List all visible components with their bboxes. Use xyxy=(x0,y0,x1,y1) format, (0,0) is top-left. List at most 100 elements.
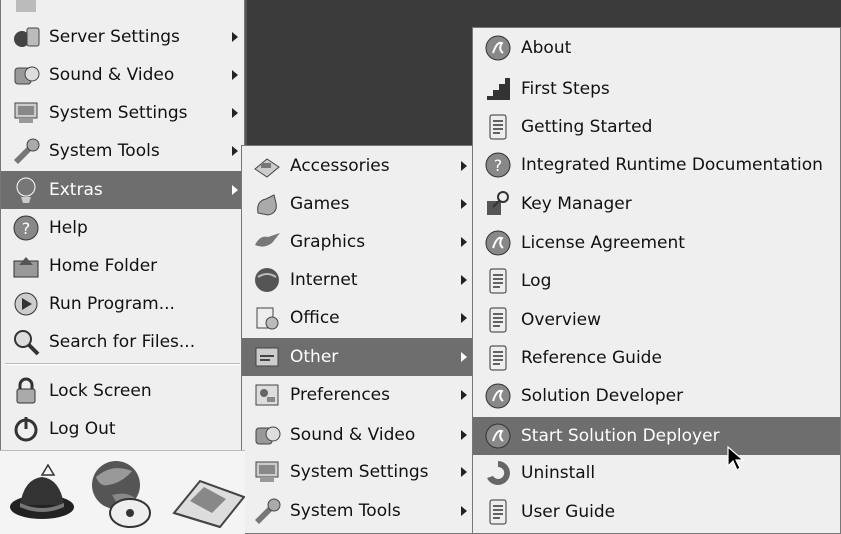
submenu-arrow-icon xyxy=(232,70,238,80)
sound-video-icon xyxy=(252,420,282,450)
menu-separator xyxy=(5,363,240,365)
sound-video-icon xyxy=(11,60,41,90)
other-menu-item-label: First Steps xyxy=(521,79,610,99)
extras-menu-item-games[interactable]: Games xyxy=(242,185,473,223)
submenu-arrow-icon xyxy=(461,313,467,323)
accessories-icon xyxy=(252,151,282,181)
main-menu-item-system-tools[interactable]: System Tools xyxy=(1,132,244,170)
other-menu-item-label: User Guide xyxy=(521,502,616,522)
other-menu-item-label: Key Manager xyxy=(521,194,632,214)
submenu-arrow-icon xyxy=(232,108,238,118)
main-menu-item-label: Search for Files... xyxy=(49,332,196,352)
extras-menu-item-other[interactable]: Other xyxy=(242,338,473,376)
search-icon xyxy=(11,327,41,357)
extras-menu-item-office[interactable]: Office xyxy=(242,299,473,337)
main-menu-item-label: System Tools xyxy=(49,141,160,161)
main-menu-item-system-settings[interactable]: System Settings xyxy=(1,94,244,132)
main-menu-item-label: Lock Screen xyxy=(49,381,152,401)
internet-icon xyxy=(252,265,282,295)
system-settings-icon xyxy=(11,98,41,128)
lock-icon xyxy=(11,376,41,406)
main-menu-item-help[interactable]: ? Help xyxy=(1,209,244,247)
extras-menu-item-sound-and-video[interactable]: Sound & Video xyxy=(242,416,473,454)
extras-menu-item-graphics[interactable]: Graphics xyxy=(242,223,473,261)
other-menu-item-license-agreement[interactable]: License Agreement xyxy=(473,224,840,262)
other-menu-item-about[interactable]: About xyxy=(473,29,840,67)
other-menu-item-label: Start Solution Deployer xyxy=(521,426,720,446)
logout-icon xyxy=(11,414,41,444)
system-settings-icon xyxy=(252,457,282,487)
solution-icon xyxy=(483,228,513,258)
submenu-arrow-icon xyxy=(232,146,238,156)
submenu-arrow-icon xyxy=(461,237,467,247)
main-menu-item-sound-and-video[interactable]: Sound & Video xyxy=(1,56,244,94)
extras-menu-item-label: Games xyxy=(290,194,350,214)
extras-menu-item-internet[interactable]: Internet xyxy=(242,261,473,299)
main-menu-item-home-folder[interactable]: Home Folder xyxy=(1,247,244,285)
other-menu-item-label: License Agreement xyxy=(521,233,685,253)
extras-menu-item-label: System Tools xyxy=(290,501,401,521)
submenu-arrow-icon xyxy=(461,352,467,362)
web-browser-icon[interactable] xyxy=(82,455,160,531)
server-icon xyxy=(11,22,41,52)
submenu-arrow-icon xyxy=(461,390,467,400)
other-menu-item-label: Reference Guide xyxy=(521,348,662,368)
extras-icon xyxy=(11,175,41,205)
other-menu-item-label: Uninstall xyxy=(521,463,596,483)
main-menu-item-server-settings[interactable]: Server Settings xyxy=(1,18,244,56)
games-icon xyxy=(252,189,282,219)
help-icon: ? xyxy=(11,213,41,243)
other-menu-item-label: Getting Started xyxy=(521,117,653,137)
submenu-arrow-icon xyxy=(461,430,467,440)
other-menu-item-user-guide[interactable]: User Guide xyxy=(473,493,840,531)
first-steps-icon xyxy=(483,74,513,104)
document-icon xyxy=(483,497,513,527)
submenu-arrow-icon xyxy=(461,275,467,285)
other-menu-item-first-steps[interactable]: First Steps xyxy=(473,70,840,108)
mail-icon[interactable] xyxy=(170,473,245,529)
main-menu-item-log-out[interactable]: Log Out xyxy=(1,410,244,448)
extras-menu-item-label: Office xyxy=(290,308,340,328)
submenu-arrow-icon xyxy=(232,185,238,195)
other-icon xyxy=(252,342,282,372)
other-menu-item-log[interactable]: Log xyxy=(473,262,840,300)
other-menu-item-overview[interactable]: Overview xyxy=(473,301,840,339)
extras-menu-item-preferences[interactable]: Preferences xyxy=(242,376,473,414)
other-menu-item-integrated-runtime-documentation[interactable]: ? Integrated Runtime Documentation xyxy=(473,146,840,184)
other-menu-item-solution-developer[interactable]: Solution Developer xyxy=(473,377,840,415)
run-program-icon xyxy=(11,289,41,319)
help-icon: ? xyxy=(483,150,513,180)
other-menu-item-label: Integrated Runtime Documentation xyxy=(521,155,823,175)
other-menu-item-getting-started[interactable]: Getting Started xyxy=(473,108,840,146)
document-icon xyxy=(483,343,513,373)
other-menu-item-reference-guide[interactable]: Reference Guide xyxy=(473,339,840,377)
extras-menu-item-accessories[interactable]: Accessories xyxy=(242,147,473,185)
extras-menu-item-label: Other xyxy=(290,347,339,367)
extras-menu-item-label: Internet xyxy=(290,270,358,290)
other-menu-item-start-solution-deployer[interactable]: Start Solution Deployer xyxy=(473,417,840,455)
mouse-pointer-icon xyxy=(727,446,745,471)
key-icon xyxy=(483,189,513,219)
other-menu-item-label: About xyxy=(521,38,572,58)
other-menu-item-key-manager[interactable]: Key Manager xyxy=(473,185,840,223)
partial-icon xyxy=(11,0,41,17)
extras-menu-item-system-settings[interactable]: System Settings xyxy=(242,453,473,491)
main-menu-item-extras[interactable]: Extras xyxy=(1,171,244,209)
other-menu-item-uninstall[interactable]: Uninstall xyxy=(473,454,840,492)
main-menu-item-search-for-files[interactable]: Search for Files... xyxy=(1,323,244,361)
extras-menu-item-system-tools[interactable]: System Tools xyxy=(242,492,473,530)
document-icon xyxy=(483,266,513,296)
submenu-arrow-icon xyxy=(461,467,467,477)
submenu-arrow-icon xyxy=(461,199,467,209)
submenu-arrow-icon xyxy=(232,32,238,42)
svg-text:?: ? xyxy=(494,156,503,175)
submenu-arrow-icon xyxy=(461,161,467,171)
office-icon xyxy=(252,303,282,333)
main-menu-item-lock-screen[interactable]: Lock Screen xyxy=(1,372,244,410)
svg-text:?: ? xyxy=(22,219,31,238)
main-menu: Server Settings Sound & Video System Setti… xyxy=(0,0,245,452)
redhat-hat-icon[interactable] xyxy=(8,463,76,525)
main-menu-item-run-program[interactable]: Run Program... xyxy=(1,285,244,323)
uninstall-icon xyxy=(483,458,513,488)
system-tools-icon xyxy=(252,496,282,526)
